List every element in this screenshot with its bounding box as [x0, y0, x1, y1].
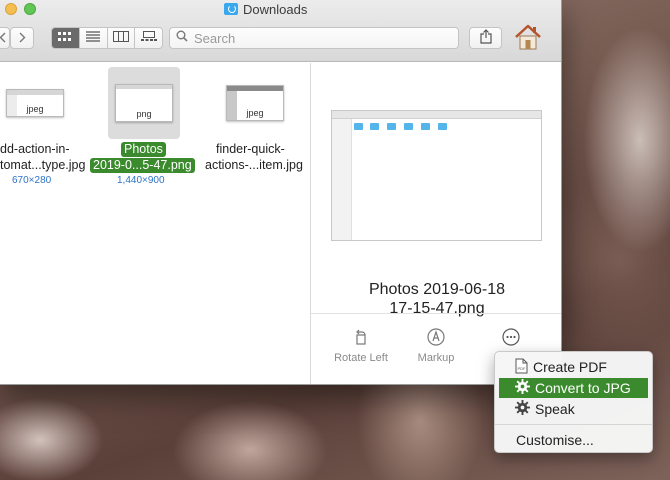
- jpeg-thumbnail: jpeg: [6, 89, 64, 117]
- more-icon: [502, 327, 520, 349]
- markup-icon: [427, 327, 445, 349]
- search-input[interactable]: [194, 30, 444, 46]
- pdf-icon: PDF: [515, 358, 528, 377]
- file-thumbnail: jpeg: [219, 67, 291, 139]
- preview-filename-line1: Photos 2019-06-18: [368, 281, 506, 298]
- menu-item-convert-to-jpg[interactable]: Convert to JPG: [499, 378, 648, 398]
- title-bar: Downloads: [0, 0, 561, 62]
- menu-item-label: Create PDF: [533, 359, 607, 375]
- preview-pane: Photos 2019-06-18 17-15-47.png Rotate Le…: [310, 63, 561, 384]
- markup-label: Markup: [417, 352, 455, 364]
- chevron-right-icon: [19, 31, 26, 46]
- file-dimensions: 670×280: [12, 175, 52, 186]
- list-view-button[interactable]: [80, 28, 108, 48]
- finder-window: Downloads Search jpeg dd-action-in- toma…: [0, 0, 562, 385]
- file-grid: jpeg dd-action-in- tomat...type.jpg 670×…: [0, 63, 310, 384]
- grid-icon: [58, 29, 72, 47]
- file-thumbnail: jpeg: [0, 67, 71, 139]
- columns-icon: [112, 29, 129, 47]
- thumb-format-label: jpeg: [246, 108, 264, 118]
- file-name-line2: actions-...item.jpg: [205, 158, 303, 172]
- thumb-format-label: jpeg: [26, 104, 44, 114]
- markup-button[interactable]: Markup: [401, 327, 471, 364]
- menu-item-label: Speak: [535, 401, 575, 417]
- downloads-folder-icon: [224, 3, 238, 15]
- menu-item-label: Customise...: [516, 432, 594, 448]
- back-button[interactable]: [0, 27, 10, 49]
- chevron-left-icon: [0, 31, 6, 46]
- home-button[interactable]: [512, 24, 544, 54]
- share-icon: [479, 29, 492, 47]
- preview-filename-line2: 17-15-47.png: [389, 300, 485, 317]
- column-view-button[interactable]: [108, 28, 136, 48]
- view-switcher: [51, 27, 163, 49]
- share-button[interactable]: [469, 27, 502, 49]
- gallery-view-button[interactable]: [135, 28, 162, 48]
- menu-item-create-pdf[interactable]: PDF Create PDF: [499, 357, 648, 377]
- icon-view-button[interactable]: [52, 28, 80, 48]
- file-name-line1: dd-action-in-: [0, 142, 70, 156]
- menu-item-customise[interactable]: Customise...: [499, 430, 648, 450]
- list-icon: [86, 29, 101, 47]
- file-name-line1: Photos: [121, 142, 166, 157]
- svg-text:PDF: PDF: [518, 366, 527, 371]
- more-actions-menu: PDF Create PDF Convert to JPG Speak Cust…: [494, 351, 653, 453]
- zoom-button[interactable]: [24, 3, 36, 15]
- more-actions-button[interactable]: [476, 327, 546, 352]
- search-icon: [176, 29, 188, 47]
- file-dimensions: 1,440×900: [117, 175, 165, 186]
- thumb-format-label: png: [136, 109, 152, 119]
- gear-icon: [515, 400, 530, 418]
- menu-item-speak[interactable]: Speak: [499, 399, 648, 419]
- search-field[interactable]: [169, 27, 459, 49]
- gallery-icon: [140, 29, 157, 47]
- file-thumbnail: png: [108, 67, 180, 139]
- window-title: Downloads: [224, 1, 307, 17]
- png-thumbnail: png: [115, 84, 173, 122]
- minimize-button[interactable]: [5, 3, 17, 15]
- rotate-left-button[interactable]: Rotate Left: [326, 328, 396, 364]
- menu-item-label: Convert to JPG: [535, 380, 631, 396]
- gear-icon: [515, 379, 530, 397]
- home-icon: [514, 23, 542, 56]
- file-name-line2: tomat...type.jpg: [0, 158, 86, 172]
- file-name-line1: finder-quick-: [216, 142, 285, 156]
- rotate-left-label: Rotate Left: [334, 352, 388, 364]
- jpeg-thumbnail: jpeg: [226, 85, 284, 121]
- actions-divider: [311, 313, 561, 314]
- rotate-left-icon: [353, 329, 369, 348]
- file-name-line2: 2019-0...5-47.png: [90, 158, 195, 173]
- forward-button[interactable]: [10, 27, 34, 49]
- window-title-text: Downloads: [243, 1, 308, 17]
- preview-image: [331, 110, 542, 241]
- menu-separator: [495, 424, 652, 425]
